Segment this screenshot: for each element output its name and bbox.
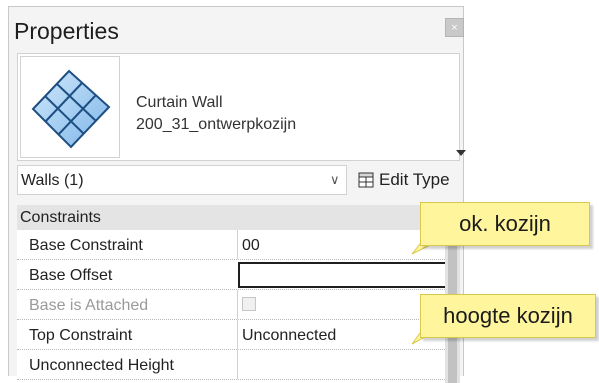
callout-ok-kozijn: ok. kozijn <box>420 202 590 246</box>
callout-text: ok. kozijn <box>459 211 551 236</box>
callout-hoogte-kozijn: hoogte kozijn <box>420 294 596 338</box>
callout-text: hoogte kozijn <box>443 303 573 328</box>
